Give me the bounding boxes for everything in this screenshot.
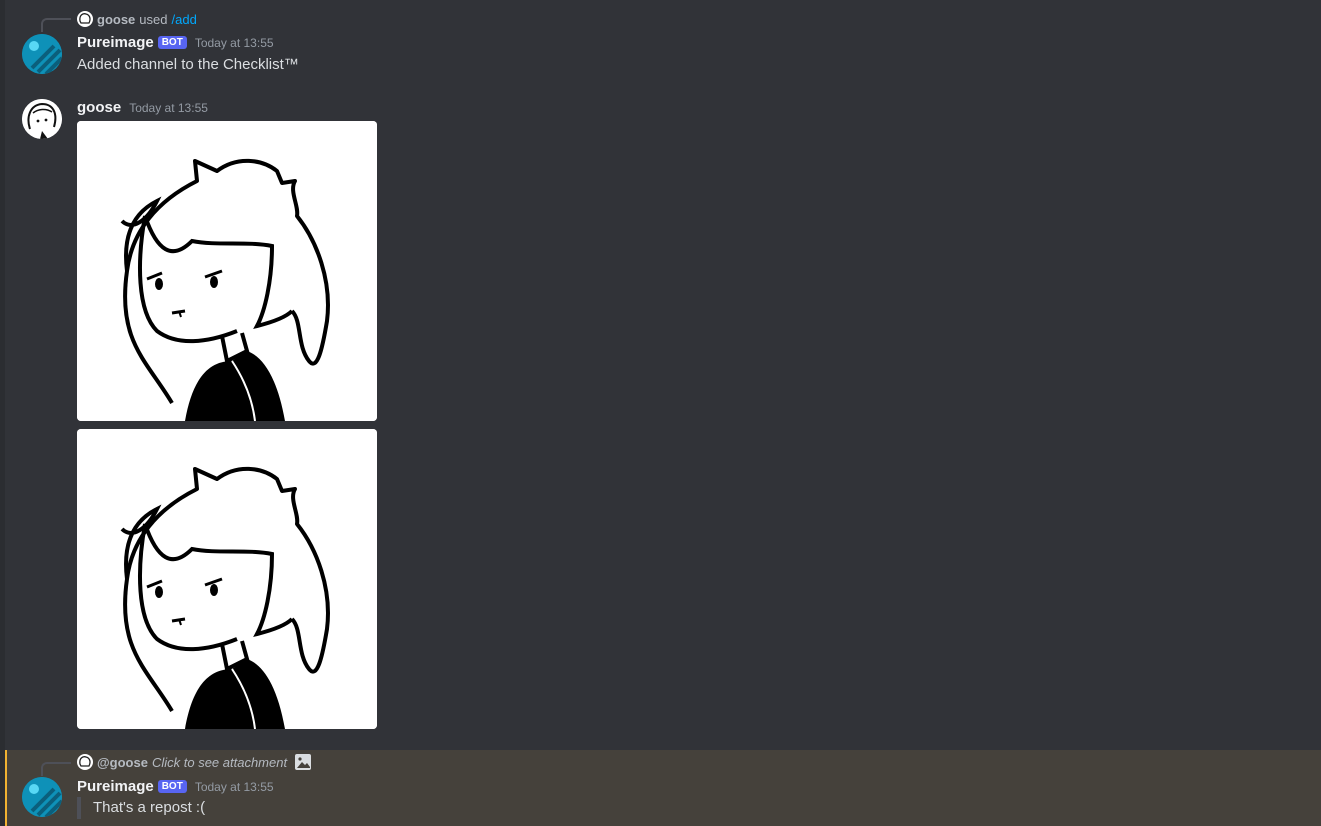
goose-avatar[interactable] bbox=[22, 99, 62, 139]
cartoon-girl-drawing bbox=[77, 121, 377, 421]
reply-spine bbox=[41, 18, 71, 32]
reply-spine bbox=[41, 762, 71, 776]
reply-avatar-goose bbox=[77, 754, 93, 770]
chat-area: goose used /add Pureimage BOT Today at 1… bbox=[5, 0, 1321, 826]
reply-used-text: used bbox=[139, 11, 168, 27]
reply-username[interactable]: goose bbox=[97, 12, 135, 27]
message-pureimage-mention: @goose Click to see attachment Pureimage… bbox=[5, 750, 1321, 826]
message-content: Added channel to the Checklist™ bbox=[77, 56, 299, 73]
username-goose[interactable]: goose bbox=[77, 99, 121, 116]
reply-preview-line[interactable]: @goose Click to see attachment bbox=[77, 753, 312, 771]
timestamp[interactable]: Today at 13:55 bbox=[195, 36, 274, 50]
cartoon-girl-drawing bbox=[77, 429, 377, 729]
timestamp[interactable]: Today at 13:55 bbox=[129, 101, 208, 115]
command-reply-line[interactable]: goose used /add bbox=[77, 10, 197, 28]
image-attachment-2[interactable] bbox=[77, 429, 377, 729]
username-pureimage[interactable]: Pureimage bbox=[77, 778, 154, 795]
message-quote: That's a repost :( bbox=[77, 797, 205, 819]
reply-avatar-goose bbox=[77, 11, 93, 27]
message-header: goose Today at 13:55 bbox=[77, 99, 208, 116]
bot-tag: BOT bbox=[157, 36, 187, 49]
reply-mention[interactable]: @goose bbox=[97, 755, 148, 770]
reply-attachment-text[interactable]: Click to see attachment bbox=[152, 755, 287, 770]
message-header: Pureimage BOT Today at 13:55 bbox=[77, 778, 274, 795]
message-header: Pureimage BOT Today at 13:55 bbox=[77, 34, 274, 51]
image-icon bbox=[295, 754, 312, 770]
username-pureimage[interactable]: Pureimage bbox=[77, 34, 154, 51]
command-link[interactable]: /add bbox=[172, 12, 197, 27]
pureimage-avatar[interactable] bbox=[22, 34, 62, 74]
pureimage-avatar[interactable] bbox=[22, 777, 62, 817]
bot-tag: BOT bbox=[157, 780, 187, 793]
image-attachment-1[interactable] bbox=[77, 121, 377, 421]
timestamp[interactable]: Today at 13:55 bbox=[195, 780, 274, 794]
